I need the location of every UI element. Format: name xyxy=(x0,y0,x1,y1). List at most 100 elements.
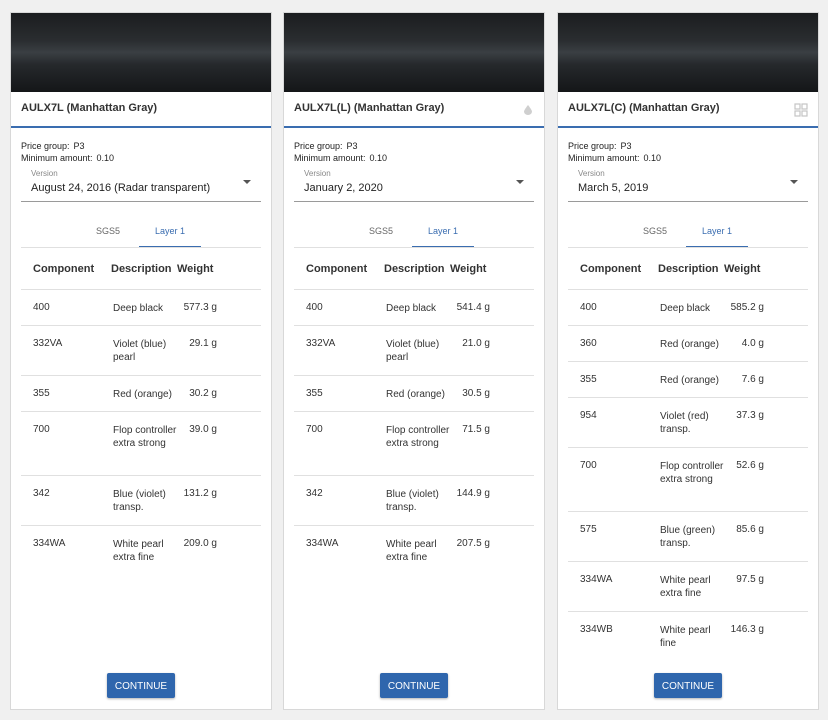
component-weight: 585.2 g xyxy=(730,302,764,313)
column-header-component: Component xyxy=(33,263,95,275)
minimum-amount: Minimum amount: 0.10 xyxy=(21,153,114,163)
table-row: 334WA White pearl extra fine 209.0 g xyxy=(21,526,261,575)
continue-button[interactable]: CONTINUE xyxy=(107,673,175,698)
component-description: Deep black xyxy=(113,303,164,314)
component-code: 334WA xyxy=(306,538,339,549)
caret-down-icon[interactable] xyxy=(790,180,798,184)
tab-sgs5[interactable]: SGS5 xyxy=(77,219,139,246)
table-row: 332VA Violet (blue) pearl 21.0 g xyxy=(294,326,534,376)
component-code: 355 xyxy=(306,388,323,399)
component-description: Violet (blue) pearl xyxy=(386,339,440,363)
version-label: Version xyxy=(578,169,605,178)
table-row: 575 Blue (green) transp. 85.6 g xyxy=(568,512,808,562)
component-code: 400 xyxy=(33,302,50,313)
card-header: AULX7L (Manhattan Gray) xyxy=(11,92,271,128)
layer-tabs: SGS5 Layer 1 xyxy=(21,219,261,248)
component-weight: 97.5 g xyxy=(736,574,764,585)
component-description: Red (orange) xyxy=(660,339,719,350)
table-row: 334WA White pearl extra fine 97.5 g xyxy=(568,562,808,612)
component-code: 700 xyxy=(306,424,323,435)
card-header: AULX7L(C) (Manhattan Gray) xyxy=(558,92,818,128)
component-weight: 85.6 g xyxy=(736,524,764,535)
component-description: Blue (green) transp. xyxy=(660,525,716,549)
minimum-amount-value: 0.10 xyxy=(96,153,115,163)
color-card: AULX7L(C) (Manhattan Gray) Price group: P… xyxy=(557,12,819,710)
component-weight: 29.1 g xyxy=(189,338,217,349)
price-group-label: Price group: xyxy=(294,141,343,151)
component-code: 360 xyxy=(580,338,597,349)
table-header: Component Description Weight xyxy=(294,249,534,290)
column-header-weight: Weight xyxy=(450,263,487,275)
minimum-amount-value: 0.10 xyxy=(369,153,388,163)
component-code: 332VA xyxy=(306,338,336,349)
component-description: Deep black xyxy=(386,303,437,314)
minimum-amount: Minimum amount: 0.10 xyxy=(568,153,661,163)
price-group-value: P3 xyxy=(346,141,358,151)
column-header-weight: Weight xyxy=(724,263,761,275)
price-group: Price group: P3 xyxy=(568,141,632,151)
color-card: AULX7L (Manhattan Gray) Price group: P3 M… xyxy=(10,12,272,710)
price-group-value: P3 xyxy=(73,141,85,151)
table-row: 700 Flop controller extra strong 71.5 g xyxy=(294,412,534,476)
continue-button[interactable]: CONTINUE xyxy=(380,673,448,698)
component-code: 334WB xyxy=(580,624,613,635)
version-label: Version xyxy=(31,169,58,178)
card-header: AULX7L(L) (Manhattan Gray) xyxy=(284,92,544,128)
component-code: 355 xyxy=(580,374,597,385)
component-weight: 39.0 g xyxy=(189,424,217,435)
version-select[interactable]: Version August 24, 2016 (Radar transpare… xyxy=(21,167,261,202)
tab-layer-1[interactable]: Layer 1 xyxy=(686,219,748,247)
table-row: 332VA Violet (blue) pearl 29.1 g xyxy=(21,326,261,376)
tab-sgs5[interactable]: SGS5 xyxy=(624,219,686,246)
tab-layer-1[interactable]: Layer 1 xyxy=(412,219,474,247)
version-select[interactable]: Version January 2, 2020 xyxy=(294,167,534,202)
component-code: 342 xyxy=(306,488,323,499)
component-weight: 30.2 g xyxy=(189,388,217,399)
price-group: Price group: P3 xyxy=(21,141,85,151)
component-weight: 209.0 g xyxy=(183,538,217,549)
component-description: White pearl extra fine xyxy=(113,539,164,563)
component-code: 332VA xyxy=(33,338,63,349)
component-description: White pearl extra fine xyxy=(386,539,437,563)
component-description: Flop controller extra strong xyxy=(113,425,177,449)
version-value: January 2, 2020 xyxy=(304,182,383,194)
tab-sgs5[interactable]: SGS5 xyxy=(350,219,412,246)
card-title: AULX7L(C) (Manhattan Gray) xyxy=(568,102,720,114)
table-header: Component Description Weight xyxy=(568,249,808,290)
component-description: White pearl fine xyxy=(660,625,711,649)
component-weight: 577.3 g xyxy=(183,302,217,313)
component-description: Flop controller extra strong xyxy=(660,461,724,485)
color-card: AULX7L(L) (Manhattan Gray) Price group: P… xyxy=(283,12,545,710)
version-select[interactable]: Version March 5, 2019 xyxy=(568,167,808,202)
minimum-amount-label: Minimum amount: xyxy=(294,153,366,163)
caret-down-icon[interactable] xyxy=(243,180,251,184)
component-weight: 7.6 g xyxy=(741,374,764,385)
component-description: Blue (violet) transp. xyxy=(113,489,166,513)
component-code: 334WA xyxy=(33,538,66,549)
color-swatch xyxy=(284,13,544,92)
layer-tabs: SGS5 Layer 1 xyxy=(294,219,534,248)
minimum-amount: Minimum amount: 0.10 xyxy=(294,153,387,163)
component-weight: 21.0 g xyxy=(462,338,490,349)
continue-button[interactable]: CONTINUE xyxy=(654,673,722,698)
table-row: 355 Red (orange) 30.2 g xyxy=(21,376,261,412)
price-group-value: P3 xyxy=(620,141,632,151)
caret-down-icon[interactable] xyxy=(516,180,524,184)
component-code: 342 xyxy=(33,488,50,499)
color-swatch xyxy=(558,13,818,92)
component-weight: 30.5 g xyxy=(462,388,490,399)
component-table: Component Description Weight 400 Deep bl… xyxy=(21,249,261,575)
component-code: 954 xyxy=(580,410,597,421)
component-description: Deep black xyxy=(660,303,711,314)
component-description: White pearl extra fine xyxy=(660,575,711,599)
component-weight: 541.4 g xyxy=(456,302,490,313)
component-code: 400 xyxy=(306,302,323,313)
tab-layer-1[interactable]: Layer 1 xyxy=(139,219,201,247)
price-group: Price group: P3 xyxy=(294,141,358,151)
component-description: Red (orange) xyxy=(113,389,172,400)
column-header-description: Description xyxy=(658,263,719,275)
component-description: Violet (blue) pearl xyxy=(113,339,167,363)
component-weight: 71.5 g xyxy=(462,424,490,435)
component-table: Component Description Weight 400 Deep bl… xyxy=(294,249,534,575)
minimum-amount-value: 0.10 xyxy=(643,153,662,163)
